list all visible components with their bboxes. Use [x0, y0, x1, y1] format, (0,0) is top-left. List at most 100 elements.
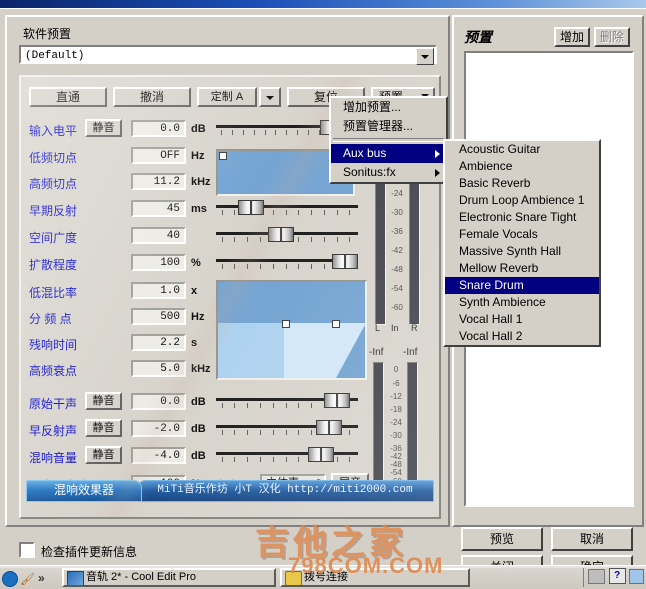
slider-early-level[interactable] — [216, 420, 358, 438]
media-player-icon[interactable] — [2, 571, 18, 587]
slider-knob[interactable] — [324, 393, 350, 408]
param-unit-high-cut: kHz — [191, 176, 211, 188]
check-update-checkbox[interactable] — [19, 542, 35, 558]
plugin-panel: 软件预置 (Default) 直通 撤消 定制 A 复位 预置 输入电平 静音 … — [5, 15, 450, 559]
param-value-hf-damp[interactable]: 5.0 — [131, 360, 186, 377]
output-peak-right: -Inf — [403, 347, 418, 358]
cancel-button[interactable]: 取消 — [551, 527, 633, 551]
param-unit-early-reflect: ms — [191, 203, 207, 215]
input-scale-54: -54 — [391, 284, 403, 293]
tray-network-icon[interactable] — [629, 568, 644, 584]
window-titlebar — [0, 0, 646, 8]
decay-graph-handle-1[interactable] — [282, 320, 290, 328]
taskbar-item-cool-edit-pro[interactable]: 音轨 2* - Cool Edit Pro — [62, 568, 276, 587]
tray-device-icon[interactable] — [588, 568, 606, 584]
submenu-arrow-icon — [435, 150, 440, 158]
mute-button-dry[interactable]: 静音 — [85, 392, 122, 410]
param-unit-diffusion: % — [191, 257, 201, 269]
chevron-right-icon[interactable]: » — [38, 571, 45, 585]
submenu-item-ambience[interactable]: Ambience — [445, 158, 599, 175]
submenu-item-basic-reverb[interactable]: Basic Reverb — [445, 175, 599, 192]
menu-item-aux-bus[interactable]: Aux bus — [331, 144, 446, 163]
custom-button[interactable]: 定制 A — [197, 87, 257, 107]
param-label-crossover: 分 频 点 — [29, 312, 72, 326]
preset-submenu[interactable]: Acoustic Guitar Ambience Basic Reverb Dr… — [443, 139, 601, 347]
menu-item-preset-manager[interactable]: 预置管理器... — [331, 117, 446, 136]
param-value-early-reflect[interactable]: 45 — [131, 200, 186, 217]
system-tray[interactable]: ? — [583, 568, 644, 587]
param-value-crossover[interactable]: 500 — [131, 308, 186, 325]
param-value-diffusion[interactable]: 100 — [131, 254, 186, 271]
submenu-item-electronic-snare-tight[interactable]: Electronic Snare Tight — [445, 209, 599, 226]
decay-graph[interactable] — [216, 280, 367, 380]
param-value-high-cut[interactable]: 11.2 — [131, 173, 186, 190]
param-value-decay-time[interactable]: 2.2 — [131, 334, 186, 351]
bypass-button[interactable]: 直通 — [29, 87, 107, 107]
output-scale-30: -30 — [390, 431, 402, 440]
param-value-room-size[interactable]: 40 — [131, 227, 186, 244]
param-unit-dry: dB — [191, 396, 206, 408]
submenu-item-snare-drum[interactable]: Snare Drum — [445, 277, 599, 294]
submenu-item-acoustic-guitar[interactable]: Acoustic Guitar — [445, 141, 599, 158]
submenu-item-drum-loop-ambience-1[interactable]: Drum Loop Ambience 1 — [445, 192, 599, 209]
mute-button-wet-level[interactable]: 静音 — [85, 446, 122, 464]
menu-item-add-preset[interactable]: 增加预置... — [331, 98, 446, 117]
input-meter-label-in: In — [391, 323, 399, 333]
chevron-down-icon[interactable] — [416, 48, 434, 65]
slider-knob[interactable] — [316, 420, 342, 435]
check-update-row[interactable]: 检查插件更新信息 — [19, 542, 137, 560]
decay-graph-handle-2[interactable] — [332, 320, 340, 328]
submenu-item-massive-synth-hall[interactable]: Massive Synth Hall — [445, 243, 599, 260]
param-unit-low-cut: Hz — [191, 150, 205, 162]
delete-preset-button[interactable]: 删除 — [594, 27, 630, 47]
quick-launch-bar[interactable]: 🖌 » — [2, 569, 56, 587]
param-value-dry[interactable]: 0.0 — [131, 393, 186, 410]
software-preset-value: (Default) — [25, 50, 85, 62]
param-value-low-cut[interactable]: OFF — [131, 147, 186, 164]
submenu-item-vocal-hall-2[interactable]: Vocal Hall 2 — [445, 328, 599, 345]
slider-dry[interactable] — [216, 393, 358, 411]
mute-button-input-level[interactable]: 静音 — [85, 119, 122, 137]
menu-item-sonitus-fx[interactable]: Sonitus:fx — [331, 163, 446, 182]
custom-dropdown-button[interactable] — [259, 87, 281, 107]
brush-icon[interactable]: 🖌 — [20, 572, 35, 586]
slider-knob[interactable] — [268, 227, 294, 242]
plugin-name-tab[interactable]: 混响效果器 — [26, 480, 142, 502]
param-unit-input-level: dB — [191, 123, 206, 135]
submenu-item-female-vocals[interactable]: Female Vocals — [445, 226, 599, 243]
slider-knob[interactable] — [332, 254, 358, 269]
input-scale-48: -48 — [391, 265, 403, 274]
input-meter-label-l: L — [375, 323, 381, 333]
slider-room-size[interactable] — [216, 227, 358, 245]
undo-button[interactable]: 撤消 — [113, 87, 191, 107]
credit-banner: MiTi音乐作坊 小T 汉化 http://miti2000.com — [136, 480, 434, 502]
slider-diffusion[interactable] — [216, 254, 358, 272]
software-preset-combo[interactable]: (Default) — [19, 45, 437, 65]
preset-dropdown-menu[interactable]: 增加预置... 预置管理器... Aux bus Sonitus:fx — [329, 96, 448, 184]
submenu-item-vocal-hall-1[interactable]: Vocal Hall 1 — [445, 311, 599, 328]
param-value-bass-ratio[interactable]: 1.0 — [131, 282, 186, 299]
add-preset-button[interactable]: 增加 — [554, 27, 590, 47]
taskbar-item-dialup[interactable]: 拨号连接 — [280, 568, 470, 587]
submenu-item-mellow-reverb[interactable]: Mellow Reverb — [445, 260, 599, 277]
check-update-label: 检查插件更新信息 — [41, 545, 138, 559]
slider-knob[interactable] — [308, 447, 334, 462]
preview-button[interactable]: 预览 — [461, 527, 543, 551]
slider-knob[interactable] — [238, 200, 264, 215]
mute-button-early-level[interactable]: 静音 — [85, 419, 122, 437]
param-label-wet-level: 混响音量 — [29, 451, 78, 465]
slider-early-reflect[interactable] — [216, 200, 358, 218]
tray-help-icon[interactable]: ? — [608, 568, 626, 584]
param-label-diffusion: 扩散程度 — [29, 258, 78, 272]
param-value-early-level[interactable]: -2.0 — [131, 420, 186, 437]
menu-item-label: Aux bus — [343, 146, 387, 160]
param-value-wet-level[interactable]: -4.0 — [131, 447, 186, 464]
output-scale-18: -18 — [390, 405, 402, 414]
slider-wet-level[interactable] — [216, 447, 358, 465]
menu-item-label: Sonitus:fx — [343, 165, 396, 179]
param-value-input-level[interactable]: 0.0 — [131, 120, 186, 137]
param-unit-bass-ratio: x — [191, 285, 198, 297]
eq-graph-handle[interactable] — [219, 152, 227, 160]
input-scale-36: -36 — [391, 227, 403, 236]
submenu-item-synth-ambience[interactable]: Synth Ambience — [445, 294, 599, 311]
